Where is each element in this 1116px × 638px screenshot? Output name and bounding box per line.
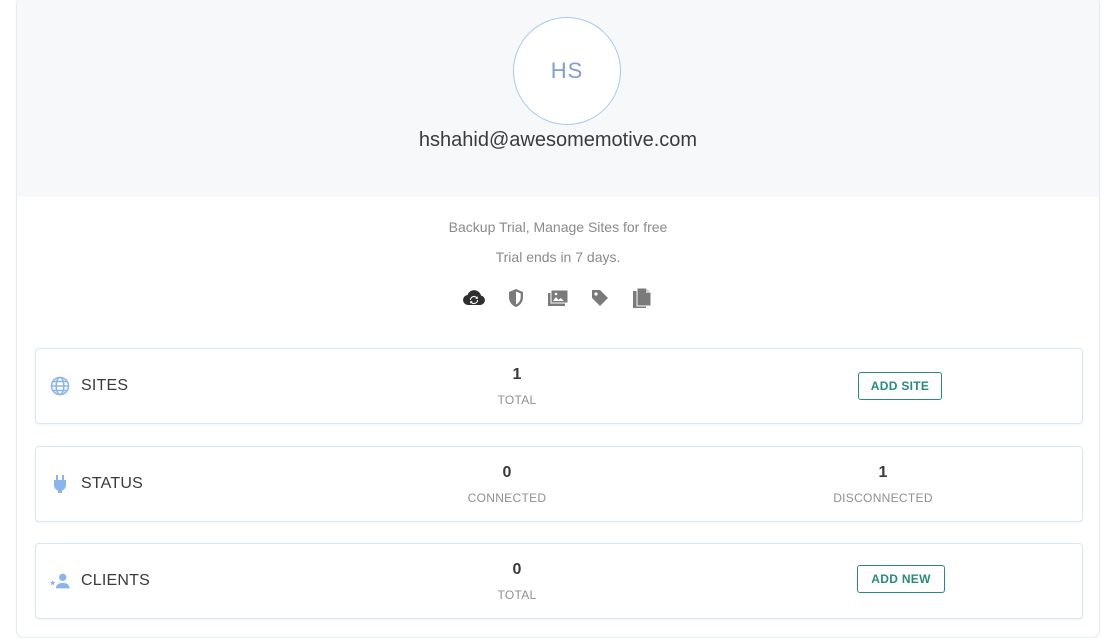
plan-description: Backup Trial, Manage Sites for free <box>448 219 668 235</box>
clients-total-value: 0 <box>512 561 522 578</box>
disconnected-caption: DISCONNECTED <box>833 491 933 505</box>
feature-icons <box>17 286 1099 310</box>
connected-value: 0 <box>502 464 512 481</box>
plug-icon <box>49 474 71 494</box>
sites-total-stat: 1 TOTAL <box>417 366 617 407</box>
document-icon <box>630 286 654 310</box>
clients-total-stat: 0 TOTAL <box>417 561 617 602</box>
sites-total-caption: TOTAL <box>497 393 537 407</box>
status-label: STATUS <box>81 475 143 492</box>
profile-header: HS hshahid@awesomemotive.com <box>17 0 1099 197</box>
account-email: hshahid@awesomemotive.com <box>418 129 698 151</box>
sites-row: SITES 1 TOTAL ADD SITE <box>35 348 1083 424</box>
clients-label: CLIENTS <box>81 572 150 589</box>
avatar: HS <box>513 17 621 125</box>
connected-caption: CONNECTED <box>467 491 547 505</box>
disconnected-stat: 1 DISCONNECTED <box>783 464 983 505</box>
clients-total-caption: TOTAL <box>497 588 537 602</box>
sites-label: SITES <box>81 377 129 394</box>
globe-icon <box>49 376 71 396</box>
add-site-button[interactable]: ADD SITE <box>858 372 942 400</box>
shield-icon <box>504 286 528 310</box>
disconnected-value: 1 <box>878 464 888 481</box>
account-card: HS hshahid@awesomemotive.com Backup Tria… <box>16 0 1100 638</box>
tag-icon <box>588 286 612 310</box>
status-row: STATUS 0 CONNECTED 1 DISCONNECTED <box>35 446 1083 522</box>
connected-stat: 0 CONNECTED <box>407 464 607 505</box>
trial-notice: Trial ends in 7 days. <box>495 249 621 265</box>
add-new-client-button[interactable]: ADD NEW <box>857 565 945 593</box>
cloud-sync-icon <box>462 286 486 310</box>
clients-row: CLIENTS 0 TOTAL ADD NEW <box>35 543 1083 619</box>
sites-total-value: 1 <box>512 366 522 383</box>
photo-gallery-icon <box>546 286 570 310</box>
add-client-icon <box>49 571 71 591</box>
